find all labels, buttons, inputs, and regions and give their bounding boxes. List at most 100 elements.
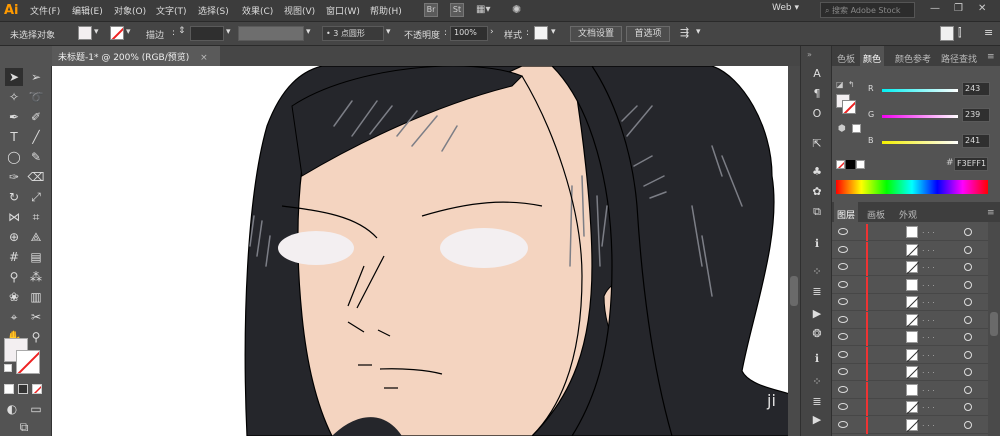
visibility-eye-icon[interactable] xyxy=(838,280,848,288)
ellipse-tool-icon[interactable]: ◯ xyxy=(5,148,23,166)
gradient-mode-icon[interactable] xyxy=(18,384,28,394)
gradient-tool-icon[interactable]: ▤ xyxy=(27,248,45,266)
layer-row[interactable]: . . . xyxy=(832,329,988,346)
workspace-switcher[interactable]: Web ▾ xyxy=(772,3,799,13)
target-circle-icon[interactable] xyxy=(964,333,972,341)
perspective-grid-tool-icon[interactable]: ⟁ xyxy=(27,228,45,246)
magic-wand-tool-icon[interactable]: ✧ xyxy=(5,88,23,106)
layers-menu-icon[interactable]: ≡ xyxy=(984,202,998,222)
menu-type[interactable]: 文字(T) xyxy=(156,4,187,17)
draw-normal-icon[interactable]: ◐ xyxy=(3,400,21,418)
target-circle-icon[interactable] xyxy=(964,298,972,306)
layer-row[interactable]: . . . xyxy=(832,416,988,434)
stroke-weight-field[interactable] xyxy=(190,26,224,41)
menu-view[interactable]: 视图(V) xyxy=(284,4,315,17)
r-slider[interactable] xyxy=(882,89,958,92)
target-circle-icon[interactable] xyxy=(964,263,972,271)
document-setup-button[interactable]: 文档设置 xyxy=(570,26,622,42)
eraser-tool-icon[interactable]: ⌫ xyxy=(27,168,45,186)
opentype-panel-icon[interactable]: O xyxy=(809,106,825,122)
paragraph-panel-icon[interactable]: ¶ xyxy=(809,86,825,102)
opacity-label[interactable]: 不透明度 xyxy=(404,28,440,41)
mesh-tool-icon[interactable]: # xyxy=(5,248,23,266)
links-panel-icon[interactable]: ⧉ xyxy=(809,204,825,220)
g-value-field[interactable]: 239 xyxy=(962,108,990,122)
blend-tool-icon[interactable]: ⁂ xyxy=(27,268,45,286)
none-color-swatch[interactable] xyxy=(836,160,845,169)
strip-collapse-icon[interactable]: » xyxy=(807,50,827,59)
visibility-eye-icon[interactable] xyxy=(838,420,848,428)
preferences-button[interactable]: 首选项 xyxy=(626,26,670,42)
scale-tool-icon[interactable]: ⤢ xyxy=(27,188,45,206)
menu-edit[interactable]: 编辑(E) xyxy=(72,4,103,17)
r-value-field[interactable]: 243 xyxy=(962,82,990,96)
stroke-weight-dropdown-icon[interactable]: ▾ xyxy=(226,27,231,37)
direct-selection-tool-icon[interactable]: ➢ xyxy=(27,68,45,86)
style-dropdown-icon[interactable]: ▾ xyxy=(551,27,556,37)
artboard-tool-icon[interactable]: ⌖ xyxy=(5,308,23,326)
curvature-tool-icon[interactable]: ✐ xyxy=(27,108,45,126)
column-graph-tool-icon[interactable]: ▥ xyxy=(27,288,45,306)
layer-row[interactable]: . . . xyxy=(832,241,988,259)
lasso-tool-icon[interactable]: ➰ xyxy=(27,88,45,106)
variable-width-profile[interactable] xyxy=(238,26,304,41)
menu-effect[interactable]: 效果(C) xyxy=(242,4,273,17)
layers-stack-icon[interactable]: ≣ xyxy=(809,394,825,410)
transform-icon[interactable]: ⇶ xyxy=(680,26,689,39)
target-circle-icon[interactable] xyxy=(964,350,972,359)
layer-row[interactable]: . . . xyxy=(832,311,988,329)
shaper-tool-icon[interactable]: ✑ xyxy=(5,168,23,186)
menu-object[interactable]: 对象(O) xyxy=(114,4,146,17)
slice-tool-icon[interactable]: ✂ xyxy=(27,308,45,326)
layer-row[interactable]: . . . xyxy=(832,224,988,241)
export-panel-icon[interactable]: ⇱ xyxy=(809,136,825,152)
free-transform-tool-icon[interactable]: ⌗ xyxy=(27,208,45,226)
layer-row[interactable]: . . . xyxy=(832,346,988,364)
stroke-swatch[interactable] xyxy=(110,26,124,40)
stroke-stepper-icon[interactable]: ⇕ xyxy=(178,26,186,36)
edit-toolbar-icon[interactable]: ⧉ xyxy=(15,418,33,436)
hex-value-field[interactable]: F3EFF1 xyxy=(954,157,988,171)
pen-tool-icon[interactable]: ✒ xyxy=(5,108,23,126)
stroke-label[interactable]: 描边 xyxy=(146,28,164,41)
g-slider[interactable] xyxy=(882,115,958,118)
canvas-vertical-scrollbar[interactable] xyxy=(788,66,800,436)
actions-panel-icon[interactable]: ▶ xyxy=(809,306,825,322)
panel-menu-icon[interactable]: ≡ xyxy=(984,46,998,66)
visibility-eye-icon[interactable] xyxy=(838,385,848,393)
select-similar-icon[interactable] xyxy=(940,26,954,41)
align-panel-icon[interactable]: ≣ xyxy=(809,284,825,300)
none-mode-icon[interactable] xyxy=(32,384,42,394)
layer-row[interactable]: . . . xyxy=(832,294,988,311)
web-safe-color-swatch[interactable] xyxy=(852,124,861,133)
tab-appearance[interactable]: 外观 xyxy=(896,202,920,222)
document-tab[interactable]: 未标题-1* @ 200% (RGB/预览) × xyxy=(52,46,220,66)
profile-dropdown-icon[interactable]: ▾ xyxy=(306,27,311,37)
symbols-panel-icon[interactable]: ♣ xyxy=(809,164,825,180)
width-tool-icon[interactable]: ⋈ xyxy=(5,208,23,226)
b-slider[interactable] xyxy=(882,141,958,144)
shape-builder-tool-icon[interactable]: ⊕ xyxy=(5,228,23,246)
visibility-eye-icon[interactable] xyxy=(838,298,848,305)
color-mode-icon[interactable] xyxy=(4,384,14,394)
visibility-eye-icon[interactable] xyxy=(838,333,848,340)
layers-scrollbar[interactable] xyxy=(988,222,1000,436)
opacity-flyout-icon[interactable]: › xyxy=(490,27,494,37)
target-circle-icon[interactable] xyxy=(964,368,972,376)
line-tool-icon[interactable]: ╱ xyxy=(27,128,45,146)
target-circle-icon[interactable] xyxy=(964,403,972,411)
target-circle-icon[interactable] xyxy=(964,385,972,394)
visibility-eye-icon[interactable] xyxy=(838,350,848,358)
target-circle-icon[interactable] xyxy=(964,315,972,324)
visibility-eye-icon[interactable] xyxy=(838,315,848,323)
visibility-eye-icon[interactable] xyxy=(838,228,848,235)
gpu-performance-icon[interactable]: ✺ xyxy=(512,3,521,16)
appearance-panel-icon[interactable]: ❂ xyxy=(809,326,825,342)
minimize-icon[interactable]: — xyxy=(930,3,940,14)
zoom-tool-icon[interactable]: ⚲ xyxy=(27,328,45,346)
stock-button[interactable]: St xyxy=(450,3,464,17)
menu-help[interactable]: 帮助(H) xyxy=(370,4,402,17)
layer-row[interactable]: . . . xyxy=(832,364,988,381)
play-icon[interactable]: ▶ xyxy=(809,412,825,428)
brushes-panel-icon[interactable]: ✿ xyxy=(809,184,825,200)
